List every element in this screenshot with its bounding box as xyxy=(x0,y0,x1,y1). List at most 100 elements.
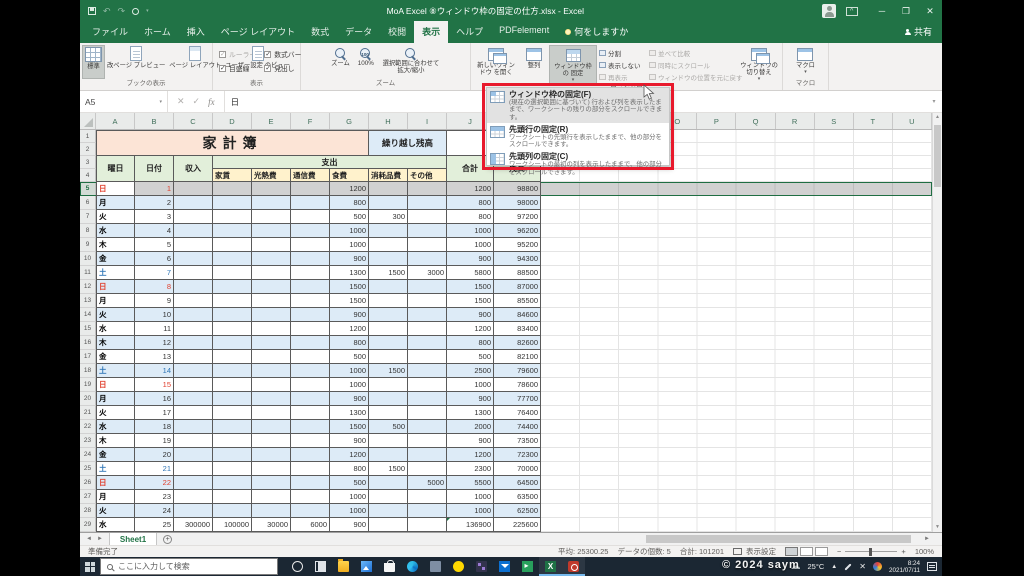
arrange-all-button[interactable]: 整列 xyxy=(519,45,549,84)
cell-J27[interactable]: 1000 xyxy=(447,490,494,504)
cell-G5[interactable]: 1200 xyxy=(330,182,369,196)
cell-G16[interactable]: 800 xyxy=(330,336,369,350)
redo-icon[interactable]: ↷ xyxy=(118,6,126,17)
horizontal-scroll-thumb[interactable] xyxy=(646,535,911,543)
cell-A22[interactable]: 水 xyxy=(96,420,135,434)
cell-E10[interactable] xyxy=(252,252,291,266)
new-sheet-button[interactable]: + xyxy=(163,534,173,544)
cell-E28[interactable] xyxy=(252,504,291,518)
cell-H6[interactable] xyxy=(369,196,408,210)
taskbar-app-edge[interactable] xyxy=(401,557,424,576)
cell-G12[interactable]: 1500 xyxy=(330,280,369,294)
cell-B15[interactable]: 11 xyxy=(135,322,174,336)
cell-E8[interactable] xyxy=(252,224,291,238)
cell-C14[interactable] xyxy=(174,308,213,322)
empty-cells[interactable] xyxy=(541,420,932,434)
cell-K7[interactable]: 97200 xyxy=(494,210,541,224)
cell-K12[interactable]: 87000 xyxy=(494,280,541,294)
cell-G29[interactable]: 900 xyxy=(330,518,369,532)
cell-G27[interactable]: 1000 xyxy=(330,490,369,504)
switch-windows-button[interactable]: ウィンドウの 切り替え ▾ xyxy=(737,45,781,84)
close-tray-icon[interactable]: ✕ xyxy=(859,562,866,571)
tab-表示[interactable]: 表示 xyxy=(414,21,449,43)
cell-C16[interactable] xyxy=(174,336,213,350)
cell-I6[interactable] xyxy=(408,196,447,210)
macros-button[interactable]: マクロ ▾ xyxy=(794,45,817,79)
cell-G25[interactable]: 800 xyxy=(330,462,369,476)
empty-cells[interactable] xyxy=(541,252,932,266)
row-header-19[interactable]: 19 xyxy=(80,378,96,392)
cell-F28[interactable] xyxy=(291,504,330,518)
cell-J8[interactable]: 1000 xyxy=(447,224,494,238)
cell-D27[interactable] xyxy=(213,490,252,504)
row-header-5[interactable]: 5 xyxy=(80,182,96,196)
cell-H24[interactable] xyxy=(369,448,408,462)
empty-cells[interactable] xyxy=(541,182,932,196)
header-rent-cell[interactable]: 家賃 xyxy=(213,169,252,182)
cell-B12[interactable]: 8 xyxy=(135,280,174,294)
cell-J18[interactable]: 2500 xyxy=(447,364,494,378)
vertical-scroll-thumb[interactable] xyxy=(934,125,941,187)
cell-F9[interactable] xyxy=(291,238,330,252)
row-header-25[interactable]: 25 xyxy=(80,462,96,476)
cell-K10[interactable]: 94300 xyxy=(494,252,541,266)
cell-J16[interactable]: 800 xyxy=(447,336,494,350)
display-settings-button[interactable]: 表示設定 xyxy=(733,546,776,557)
cell-E6[interactable] xyxy=(252,196,291,210)
row-header-27[interactable]: 27 xyxy=(80,490,96,504)
cell-J23[interactable]: 900 xyxy=(447,434,494,448)
cell-I29[interactable] xyxy=(408,518,447,532)
close-button[interactable]: ✕ xyxy=(918,0,942,22)
cell-D11[interactable] xyxy=(213,266,252,280)
taskbar-app-photos[interactable] xyxy=(355,557,378,576)
row-header-10[interactable]: 10 xyxy=(80,252,96,266)
taskbar-app-recorder[interactable] xyxy=(562,557,585,576)
cell-I27[interactable] xyxy=(408,490,447,504)
sheet-row-18[interactable]: 18 土 14 1000 1500 2500 79600 xyxy=(80,364,932,378)
cell-H8[interactable] xyxy=(369,224,408,238)
cell-G15[interactable]: 1200 xyxy=(330,322,369,336)
taskbar-app-apppin[interactable] xyxy=(470,557,493,576)
cell-C11[interactable] xyxy=(174,266,213,280)
color-circle-tray-icon[interactable] xyxy=(872,562,882,571)
cell-G8[interactable]: 1000 xyxy=(330,224,369,238)
empty-cells[interactable] xyxy=(541,504,932,518)
cell-F24[interactable] xyxy=(291,448,330,462)
vertical-scrollbar[interactable]: ▲ ▼ xyxy=(932,113,942,532)
cell-F20[interactable] xyxy=(291,392,330,406)
empty-cells[interactable] xyxy=(541,378,932,392)
sheet-row-5[interactable]: 5 日 1 1200 1200 98800 xyxy=(80,182,932,196)
sheet-row-26[interactable]: 26 日 22 500 5000 5500 64500 xyxy=(80,476,932,490)
cell-A19[interactable]: 日 xyxy=(96,378,135,392)
cell-K15[interactable]: 83400 xyxy=(494,322,541,336)
cell-I5[interactable] xyxy=(408,182,447,196)
restore-button[interactable]: ❐ xyxy=(894,0,918,22)
undo-icon[interactable]: ↶ xyxy=(103,6,111,17)
cell-A8[interactable]: 水 xyxy=(96,224,135,238)
cell-F16[interactable] xyxy=(291,336,330,350)
tab-校閲[interactable]: 校閲 xyxy=(380,21,414,43)
zoom-slider-thumb[interactable] xyxy=(869,547,873,556)
row-header-7[interactable]: 7 xyxy=(80,210,96,224)
cell-C23[interactable] xyxy=(174,434,213,448)
cell-I14[interactable] xyxy=(408,308,447,322)
cell-H19[interactable] xyxy=(369,378,408,392)
header-utilities-cell[interactable]: 光熱費 xyxy=(252,169,291,182)
cell-J15[interactable]: 1200 xyxy=(447,322,494,336)
column-header-I[interactable]: I xyxy=(408,113,447,129)
normal-view-shortcut[interactable] xyxy=(785,547,799,556)
cell-A20[interactable]: 月 xyxy=(96,392,135,406)
column-header-A[interactable]: A xyxy=(96,113,135,129)
ribbon-display-options-icon[interactable] xyxy=(846,6,858,16)
row-header-12[interactable]: 12 xyxy=(80,280,96,294)
cell-H26[interactable] xyxy=(369,476,408,490)
row-header-20[interactable]: 20 xyxy=(80,392,96,406)
cell-F15[interactable] xyxy=(291,322,330,336)
cell-K28[interactable]: 62500 xyxy=(494,504,541,518)
sheet-row-10[interactable]: 10 金 6 900 900 94300 xyxy=(80,252,932,266)
row-header-21[interactable]: 21 xyxy=(80,406,96,420)
cell-K20[interactable]: 77700 xyxy=(494,392,541,406)
cell-B16[interactable]: 12 xyxy=(135,336,174,350)
cell-A6[interactable]: 月 xyxy=(96,196,135,210)
view-side-by-side-button[interactable]: 並べて比較 xyxy=(649,48,735,58)
